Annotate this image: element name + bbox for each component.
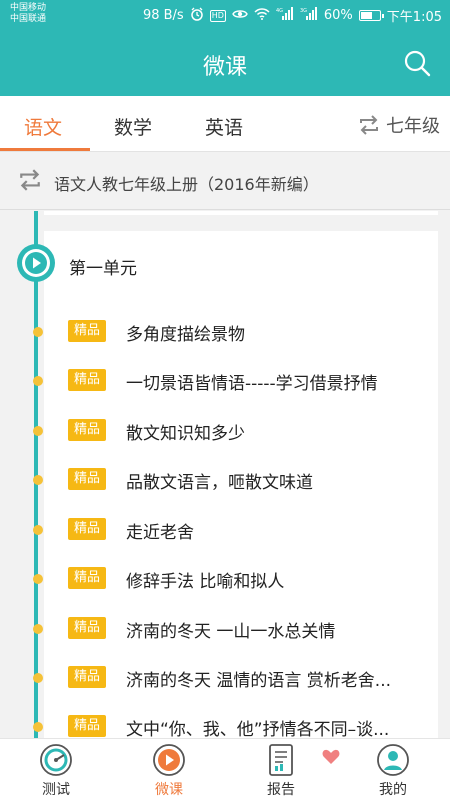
lesson-item[interactable]: 精品 一切景语皆情语-----学习借景抒情 [33,365,438,405]
timeline-dot [33,722,43,732]
unit-title: 第一单元 [69,259,137,279]
nav-mine-label: 我的 [379,782,407,798]
nav-test-label: 测试 [42,782,70,798]
battery-percent: 60% [323,8,353,23]
lesson-item[interactable]: 精品 走近老舍 [33,514,438,554]
hd-icon: HD [209,9,226,22]
report-document-icon [269,744,293,776]
switch-icon [20,169,40,191]
lesson-item[interactable]: 精品 品散文语言，咂散文味道 [33,464,438,504]
search-button[interactable] [402,48,432,78]
premium-badge: 精品 [68,320,106,342]
lesson-item[interactable]: 精品 文中“你、我、他”抒情各不同–谈... [33,711,438,738]
premium-badge: 精品 [68,617,106,639]
nav-test[interactable]: 测试 [16,743,96,799]
timeline-dot [33,673,43,683]
play-circle-icon [153,744,185,776]
status-indicators: 98 B/s HD 4G 3G 60% 下午1:05 [143,6,442,25]
grade-label: 七年级 [386,116,440,137]
textbook-label: 语文人教七年级上册（2016年新编） [54,175,319,194]
timeline-dot [33,475,43,485]
lesson-title: 多角度描绘景物 [126,325,245,345]
lesson-item[interactable]: 精品 济南的冬天 一山一水总关情 [33,613,438,653]
wifi-icon [254,7,270,24]
tab-math[interactable]: 数学 [114,113,152,140]
test-gauge-icon [40,744,72,776]
signal-4g-label: 4G [276,8,283,14]
eye-icon [232,8,248,24]
premium-badge: 精品 [68,666,106,688]
network-speed: 98 B/s [142,8,184,23]
nav-report-label: 报告 [267,782,295,798]
premium-badge: 精品 [68,468,106,490]
battery-icon [358,10,384,21]
user-avatar-icon [377,744,409,776]
tab-chinese[interactable]: 语文 [24,113,62,140]
signal-3g-icon: 3G [300,7,318,24]
carrier-2: 中国联通 [10,14,47,24]
heart-icon [322,749,340,764]
bottom-nav: 测试 微课 报告 我的 [0,738,450,800]
lesson-title: 文中“你、我、他”抒情各不同–谈... [126,720,390,738]
lesson-title: 散文知识知多少 [126,424,245,444]
page-title: 微课 [202,55,247,80]
tab-underline [0,148,90,151]
lesson-title: 济南的冬天 温情的语言 赏析老舍... [126,671,392,691]
tab-english[interactable]: 英语 [205,113,243,140]
lesson-title: 济南的冬天 一山一水总关情 [126,622,336,642]
timeline-dot [33,327,43,337]
premium-badge: 精品 [68,567,106,589]
nav-report[interactable]: 报告 [241,743,321,799]
status-bar: 中国移动 中国联通 98 B/s HD 4G 3G 60% 下午1:05 [0,0,450,30]
switch-icon [360,115,378,135]
premium-badge: 精品 [68,369,106,391]
subject-tabs: 语文 数学 英语 七年级 [0,96,450,152]
timeline-dot [33,376,43,386]
timeline-dot [33,426,43,436]
card-separator [44,211,438,215]
clock: 下午1:05 [386,10,442,25]
lesson-item[interactable]: 精品 多角度描绘景物 [33,316,438,356]
lesson-item[interactable]: 精品 济南的冬天 温情的语言 赏析老舍... [33,662,438,702]
signal-4g-icon: 4G [276,7,294,24]
lesson-item[interactable]: 精品 修辞手法 比喻和拟人 [33,563,438,603]
nav-microlesson-label: 微课 [155,782,183,798]
lesson-list: 第一单元 精品 多角度描绘景物 精品 一切景语皆情语-----学习借景抒情 精品… [0,211,450,738]
nav-microlesson[interactable]: 微课 [129,743,209,799]
search-icon [404,50,431,77]
timeline-dot [33,574,43,584]
lesson-title: 修辞手法 比喻和拟人 [126,572,285,592]
signal-3g-label: 3G [300,8,307,14]
carrier-info: 中国移动 中国联通 [10,3,46,25]
premium-badge: 精品 [68,518,106,540]
lesson-title: 品散文语言，咂散文味道 [126,473,313,493]
premium-badge: 精品 [68,715,106,737]
alarm-icon [190,7,204,25]
nav-mine[interactable]: 我的 [353,743,433,799]
app-header: 微课 [0,30,450,96]
timeline-dot [33,525,43,535]
timeline-dot [33,624,43,634]
textbook-selector[interactable]: 语文人教七年级上册（2016年新编） [0,152,450,210]
premium-badge: 精品 [68,419,106,441]
grade-selector[interactable]: 七年级 [358,112,440,138]
carrier-1: 中国移动 [10,3,47,13]
lesson-title: 走近老舍 [126,523,194,543]
lesson-title: 一切景语皆情语-----学习借景抒情 [126,374,378,394]
lesson-item[interactable]: 精品 散文知识知多少 [33,415,438,455]
app-root: 中国移动 中国联通 98 B/s HD 4G 3G 60% 下午1:05 微课 … [0,0,450,800]
play-circle-icon [17,244,55,282]
